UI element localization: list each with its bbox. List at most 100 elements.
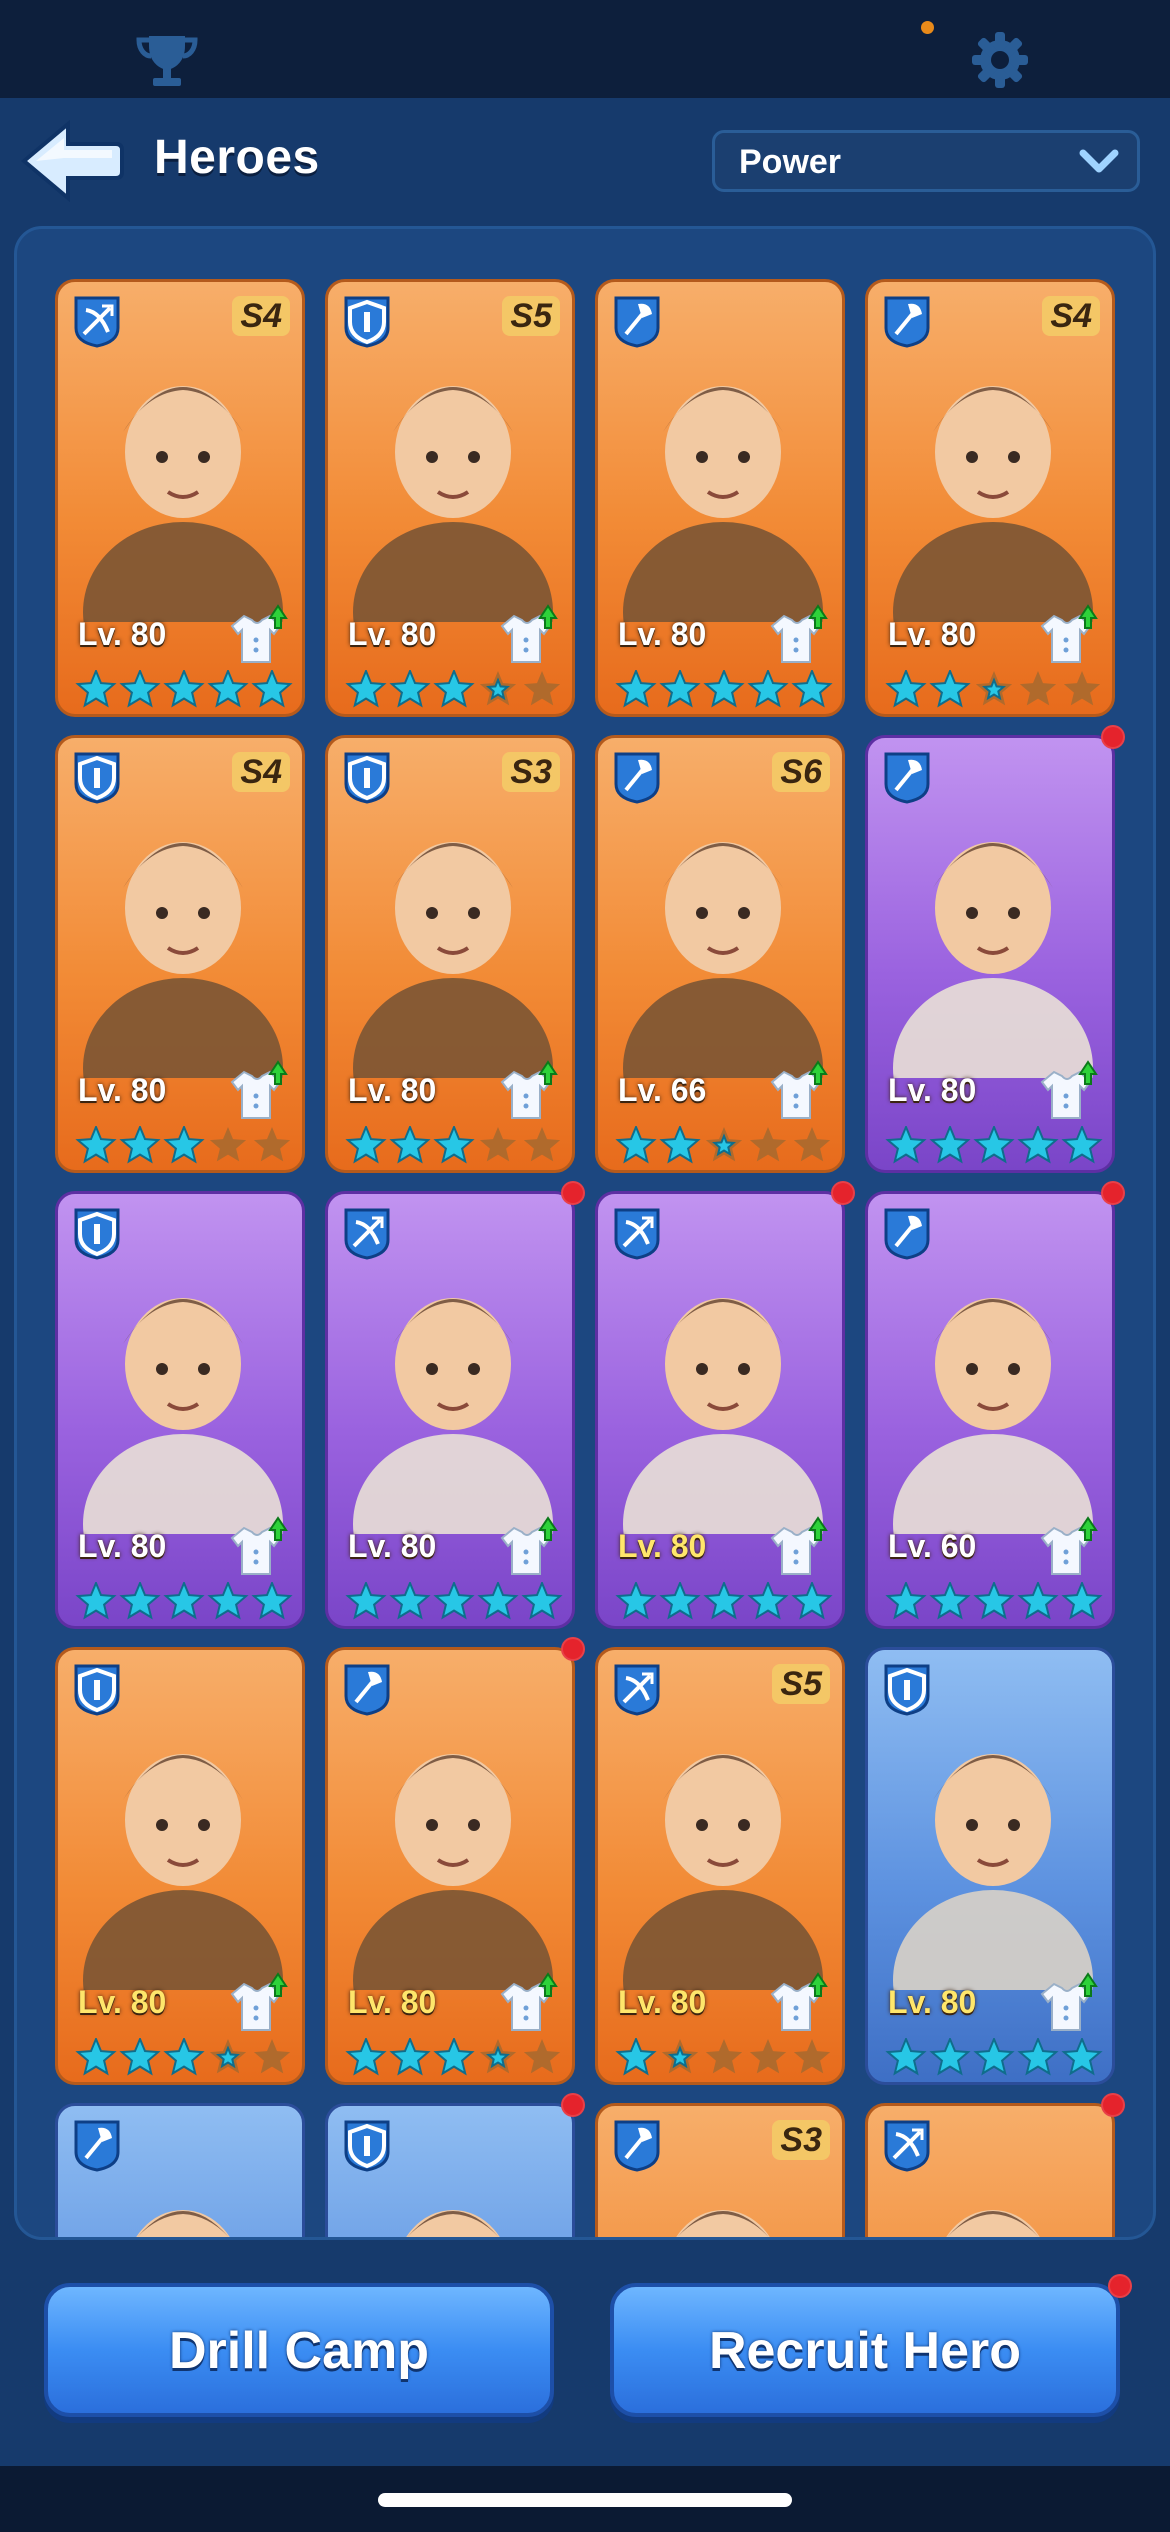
gear-upgrade-icon[interactable] — [222, 1512, 292, 1582]
gear-icon[interactable] — [970, 30, 1030, 90]
hero-notification-dot — [561, 1637, 585, 1661]
empty-star-icon — [253, 1127, 291, 1162]
gear-upgrade-icon[interactable] — [222, 1056, 292, 1126]
empty-star-icon — [479, 1127, 517, 1162]
hero-card[interactable]: Lv. 80 — [865, 735, 1115, 1173]
gear-upgrade-icon[interactable] — [762, 1968, 832, 2038]
gear-upgrade-icon[interactable] — [762, 600, 832, 670]
hero-card[interactable]: S5 Lv. 80 — [595, 1647, 845, 2085]
hero-card[interactable]: S6 Lv. 66 — [595, 735, 845, 1173]
star-icon — [163, 2038, 205, 2076]
star-icon — [389, 1126, 431, 1164]
hero-portrait — [78, 322, 288, 702]
empty-star-icon — [1063, 671, 1101, 706]
gear-upgrade-icon[interactable] — [492, 600, 562, 670]
star-icon — [75, 670, 117, 708]
empty-star-icon — [749, 1127, 787, 1162]
hero-card[interactable]: Lv. 80 — [595, 1191, 845, 1629]
back-arrow-icon[interactable] — [16, 118, 124, 204]
hero-card[interactable]: S4 Lv. 80 — [865, 279, 1115, 717]
hero-card[interactable]: Lv. 60 — [865, 1191, 1115, 1629]
drill-camp-button[interactable]: Drill Camp — [44, 2283, 554, 2417]
gear-upgrade-icon[interactable] — [492, 1968, 562, 2038]
hero-level: Lv. 80 — [348, 616, 437, 652]
hero-card[interactable]: S3 Lv. 80 — [325, 735, 575, 1173]
star-icon — [163, 670, 205, 708]
gear-upgrade-icon[interactable] — [1032, 1512, 1102, 1582]
hero-card[interactable]: Lv. 80 — [55, 1647, 305, 2085]
hero-portrait — [348, 1690, 558, 2070]
star-icon — [389, 2038, 431, 2076]
gear-upgrade-icon[interactable] — [1032, 1056, 1102, 1126]
axe-role-icon — [612, 2118, 662, 2172]
star-icon — [659, 1582, 701, 1620]
hero-card[interactable]: S3 — [595, 2103, 845, 2237]
axe-role-icon — [612, 750, 662, 804]
star-icon — [75, 2038, 117, 2076]
star-rating — [885, 1126, 1103, 1164]
star-icon — [885, 1126, 927, 1164]
hero-grid-panel[interactable]: S4 Lv. 80 S5 Lv. 80 Lv. 80 S4 Lv. 80 S4 Lv. 80 S3… — [14, 226, 1156, 2240]
star-icon — [345, 1126, 387, 1164]
gear-upgrade-icon[interactable] — [762, 1512, 832, 1582]
gear-upgrade-icon[interactable] — [492, 1056, 562, 1126]
hero-portrait — [618, 778, 828, 1158]
drill-camp-label: Drill Camp — [168, 2322, 430, 2380]
gear-upgrade-icon[interactable] — [1032, 1968, 1102, 2038]
star-rating — [885, 2038, 1103, 2076]
hero-portrait — [78, 1234, 288, 1614]
star-icon — [885, 670, 927, 708]
sort-dropdown[interactable]: Power — [712, 130, 1140, 192]
gear-upgrade-icon[interactable] — [492, 1512, 562, 1582]
star-icon — [929, 1126, 971, 1164]
empty-star-icon — [1019, 671, 1057, 706]
hero-card[interactable] — [865, 2103, 1115, 2237]
gear-upgrade-icon[interactable] — [222, 600, 292, 670]
hero-card[interactable] — [325, 2103, 575, 2237]
hero-card[interactable]: Lv. 80 — [865, 1647, 1115, 2085]
hero-card[interactable]: S4 Lv. 80 — [55, 279, 305, 717]
hero-card[interactable]: Lv. 80 — [595, 279, 845, 717]
hero-card[interactable]: Lv. 80 — [325, 1191, 575, 1629]
star-rating — [75, 670, 293, 708]
hero-card[interactable]: S4 Lv. 80 — [55, 735, 305, 1173]
star-icon — [251, 670, 293, 708]
gear-upgrade-icon[interactable] — [762, 1056, 832, 1126]
hero-level: Lv. 80 — [618, 1528, 707, 1564]
gear-upgrade-icon[interactable] — [1032, 600, 1102, 670]
grade-badge: S5 — [502, 296, 560, 336]
star-rating — [345, 1126, 561, 1164]
star-rating — [345, 670, 561, 708]
star-icon — [791, 670, 833, 708]
star-icon — [615, 1582, 657, 1620]
hero-level: Lv. 80 — [78, 1528, 167, 1564]
recruit-hero-button[interactable]: Recruit Hero — [610, 2283, 1120, 2417]
crossbow-role-icon — [612, 1662, 662, 1716]
hero-card[interactable]: Lv. 80 — [55, 1191, 305, 1629]
axe-role-icon — [72, 2118, 122, 2172]
hero-card[interactable] — [55, 2103, 305, 2237]
star-icon — [477, 1582, 519, 1620]
star-rating — [615, 1582, 833, 1620]
shield-role-icon — [72, 1662, 122, 1716]
empty-star-icon — [523, 2039, 561, 2074]
hero-portrait — [348, 322, 558, 702]
axe-role-icon — [342, 1662, 392, 1716]
hero-level: Lv. 80 — [78, 1072, 167, 1108]
home-indicator[interactable] — [378, 2493, 792, 2507]
hero-level: Lv. 80 — [78, 616, 167, 652]
hero-portrait — [888, 778, 1098, 1158]
star-icon — [433, 1126, 475, 1164]
gear-upgrade-icon[interactable] — [222, 1968, 292, 2038]
hero-portrait — [78, 1690, 288, 2070]
hero-portrait — [888, 1690, 1098, 2070]
hero-card[interactable]: S5 Lv. 80 — [325, 279, 575, 717]
empty-star-icon — [793, 1127, 831, 1162]
star-icon — [885, 2038, 927, 2076]
star-icon — [1017, 1582, 1059, 1620]
hero-notification-dot — [1101, 1181, 1125, 1205]
star-icon — [1061, 1582, 1103, 1620]
shield-role-icon — [342, 750, 392, 804]
trophy-icon[interactable] — [135, 30, 199, 90]
hero-card[interactable]: Lv. 80 — [325, 1647, 575, 2085]
